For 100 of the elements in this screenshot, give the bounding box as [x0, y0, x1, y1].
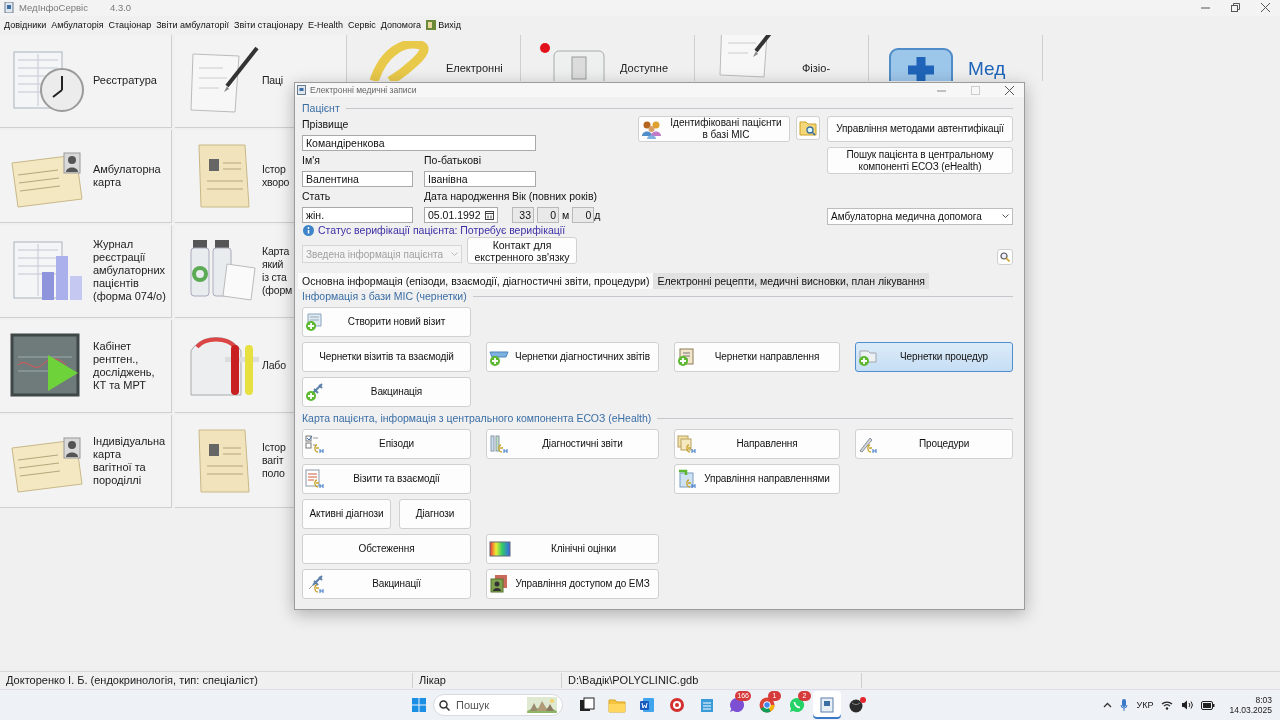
syringe-plus-icon [305, 382, 325, 402]
menu-item[interactable]: Звіти амбулаторії [156, 20, 229, 31]
app-window-icon[interactable] [820, 697, 834, 714]
search-field[interactable]: Пошук [433, 694, 563, 717]
palette-icon [489, 540, 511, 558]
arrow-document-icon [677, 469, 697, 489]
first-name-field[interactable]: Валентина [302, 171, 413, 187]
referral-management-button[interactable]: Управління направленнями [674, 464, 840, 494]
microphone-icon[interactable] [1120, 699, 1129, 712]
days-field: 0 [572, 207, 595, 223]
wifi-icon[interactable] [1161, 700, 1174, 711]
sex-field[interactable]: жін. [302, 207, 413, 223]
documents-icon [677, 434, 697, 454]
tile-label[interactable]: Паці [262, 74, 283, 88]
status-text: Лікар [413, 673, 562, 689]
menu-item[interactable]: E-Health [307, 20, 343, 31]
status-text: Докторенко І. Б. (ендокринологія, тип: спеціаліст) [0, 673, 413, 689]
create-visit-button[interactable]: Створити новий візит [302, 307, 471, 337]
referral-drafts-button[interactable]: Чернетки направлення [674, 342, 840, 372]
menu-item[interactable]: Звіти стаціонару [234, 20, 303, 31]
people-icon [641, 119, 663, 139]
procedures-button[interactable]: Процедури [855, 429, 1013, 459]
active-diagnoses-button[interactable]: Активні діагнози [302, 499, 391, 529]
tab[interactable]: Основна інформація (епізоди, взаємодії, діагностичні звіти, процедури) [298, 273, 654, 289]
field-label: Вік (повних років) [512, 189, 598, 204]
tile-label[interactable]: Реєстратура [93, 74, 157, 88]
months-field: 0 [537, 207, 559, 223]
clock[interactable]: 8:03 14.03.2025 [1229, 695, 1272, 716]
menu-item[interactable]: Амбулаторія [51, 20, 104, 31]
app-title: МедІнфоСервіс [19, 2, 88, 14]
tile-label[interactable]: Електронні [446, 61, 503, 75]
notepad-icon[interactable] [700, 697, 714, 714]
menu-item[interactable]: Допомога [380, 20, 422, 31]
chevron-up-icon[interactable] [1103, 702, 1113, 709]
examinations-button[interactable]: Обстеження [302, 534, 471, 564]
visit-drafts-button[interactable]: Чернетки візитів та взаємодій [302, 342, 471, 372]
referrals-button[interactable]: Направлення [674, 429, 840, 459]
tab[interactable]: Електронні рецепти, медичні висновки, план лікування [653, 273, 929, 289]
volume-icon[interactable] [1181, 700, 1194, 711]
task-view-icon[interactable] [579, 697, 595, 714]
menu-item[interactable]: Сервіс [347, 20, 376, 31]
tile-label[interactable]: Мед [968, 58, 1006, 79]
vaccinations-button[interactable]: Вакцинації [302, 569, 471, 599]
app-version: 4.3.0 [109, 2, 132, 14]
central-search-button[interactable]: Пошук пацієнта в центральному компоненті ЕСОЗ (eHealth) [827, 147, 1013, 174]
tile-label[interactable]: Лабо [262, 359, 286, 373]
surname-field[interactable]: Командіренкова [302, 135, 536, 151]
diagnoses-button[interactable]: Діагнози [399, 499, 471, 529]
close-icon[interactable] [1260, 3, 1270, 13]
start-icon[interactable] [412, 698, 426, 713]
birth-date-field[interactable]: 05.01.1992 [424, 207, 498, 223]
battery-icon[interactable] [1201, 700, 1216, 710]
identified-patients-button[interactable]: Ідентифіковані пацієнти в базі МІС [638, 116, 790, 142]
people-icon [489, 574, 509, 594]
section-title: Інформація з бази МІС (чернетки) [302, 290, 467, 302]
tile-label[interactable]: Істор хворо [262, 162, 290, 189]
vaccination-button[interactable]: Вакцинація [302, 377, 471, 407]
language-indicator[interactable]: УКР [1136, 700, 1154, 711]
diagnostic-reports-button[interactable]: Діагностичні звіти [486, 429, 659, 459]
calendar-icon[interactable] [485, 210, 494, 220]
menu-item[interactable]: Стаціонар [108, 20, 152, 31]
emergency-contact-button[interactable]: Контакт для екстренного зв'язку [467, 237, 577, 264]
auth-methods-button[interactable]: Управління методами автентифікації [827, 116, 1013, 142]
emr-access-button[interactable]: Управління доступом до ЕМЗ [486, 569, 659, 599]
clipboard-plus-icon [677, 347, 697, 367]
report-drafts-button[interactable]: Чернетки діагностичних звітів [486, 342, 659, 372]
field-label: Дата народження [424, 189, 511, 204]
tile-label[interactable]: Індивідуальна карта вагітної та породіллі [93, 434, 166, 487]
folder-search-button[interactable] [796, 116, 820, 140]
episodes-button[interactable]: Епізоди [302, 429, 471, 459]
window-icon [297, 85, 306, 95]
menu-item[interactable]: Вихід [426, 20, 461, 31]
tile-label[interactable]: Амбулаторна карта [93, 162, 161, 189]
group-title: Пацієнт [302, 102, 340, 114]
phone-chat-icon[interactable] [789, 697, 805, 714]
ball-icon[interactable] [848, 697, 866, 714]
section-title: Карта пацієнта, інформація з центрального компонента ЕСОЗ (eHealth) [302, 412, 652, 424]
chat-icon[interactable] [729, 697, 745, 714]
test-tubes-icon [489, 434, 509, 454]
tile-label[interactable]: Доступне [620, 61, 668, 75]
visits-button[interactable]: Візити та взаємодії [302, 464, 471, 494]
dialog-title: Електронні медичні записи [310, 85, 417, 95]
document-icon[interactable] [639, 697, 655, 714]
patronymic-field[interactable]: Іванівна [424, 171, 536, 187]
disc-icon[interactable] [669, 697, 685, 714]
care-type-dropdown[interactable]: Амбулаторна медична допомога [827, 208, 1013, 225]
search-button[interactable] [997, 249, 1013, 265]
tile-label[interactable]: Карта який із ста (форм [262, 244, 293, 297]
tile-label[interactable]: Фізіо- [802, 61, 831, 75]
info-icon [303, 224, 314, 236]
folder-search-icon [799, 120, 817, 136]
restore-icon[interactable] [1230, 3, 1240, 13]
browser-icon[interactable] [759, 697, 775, 714]
procedure-drafts-button[interactable]: Чернетки процедур [855, 342, 1013, 372]
tile-label[interactable]: Істор вагіт поло [262, 441, 286, 481]
exit-icon [426, 20, 437, 31]
clinical-assessments-button[interactable]: Клінічні оцінки [486, 534, 659, 564]
close-icon[interactable] [1004, 85, 1014, 95]
menu-item[interactable]: Довідники [4, 20, 47, 31]
field-label: Стать [302, 189, 332, 204]
